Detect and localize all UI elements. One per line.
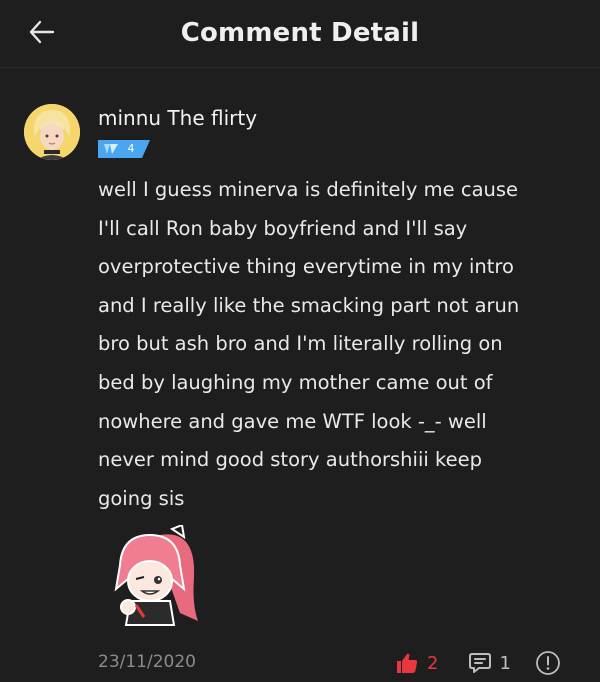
avatar[interactable] xyxy=(24,104,80,160)
like-button[interactable]: 2 xyxy=(395,651,438,675)
comment-line: overprotective thing everytime in my int… xyxy=(98,255,514,279)
comment-line: I'll call Ron baby boyfriend and I'll sa… xyxy=(98,216,468,240)
comment-line: bed by laughing my mother came out of xyxy=(98,370,493,394)
comment-icon xyxy=(469,653,492,673)
comment-line: going sis xyxy=(98,486,185,510)
comment-line: and I really like the smacking part not … xyxy=(98,293,520,317)
page-title: Comment Detail xyxy=(180,18,420,48)
reply-button[interactable]: 1 xyxy=(468,651,511,675)
username[interactable]: minnu The flirty xyxy=(98,106,257,130)
comment-line: never mind good story authorshiii keep xyxy=(98,448,482,472)
comment-body: well I guess minerva is definitely me ca… xyxy=(98,171,568,518)
reply-count: 1 xyxy=(499,652,511,674)
sticker-image[interactable] xyxy=(100,523,210,630)
level-badge: 4 xyxy=(98,140,150,158)
comment-line: well I guess minerva is definitely me ca… xyxy=(98,178,519,201)
header-bar: Comment Detail xyxy=(0,0,600,68)
report-button[interactable] xyxy=(535,650,561,676)
comment-actions: 2 1 xyxy=(395,645,561,681)
comment-date: 23/11/2020 xyxy=(98,652,196,672)
thumbs-up-icon xyxy=(397,653,418,673)
level-number: 4 xyxy=(127,142,135,155)
info-icon xyxy=(536,651,560,675)
like-count: 2 xyxy=(427,652,439,674)
comment-line: bro but ash bro and I'm literally rollin… xyxy=(98,332,503,356)
comment-line: nowhere and gave me WTF look -_- well xyxy=(98,409,487,433)
